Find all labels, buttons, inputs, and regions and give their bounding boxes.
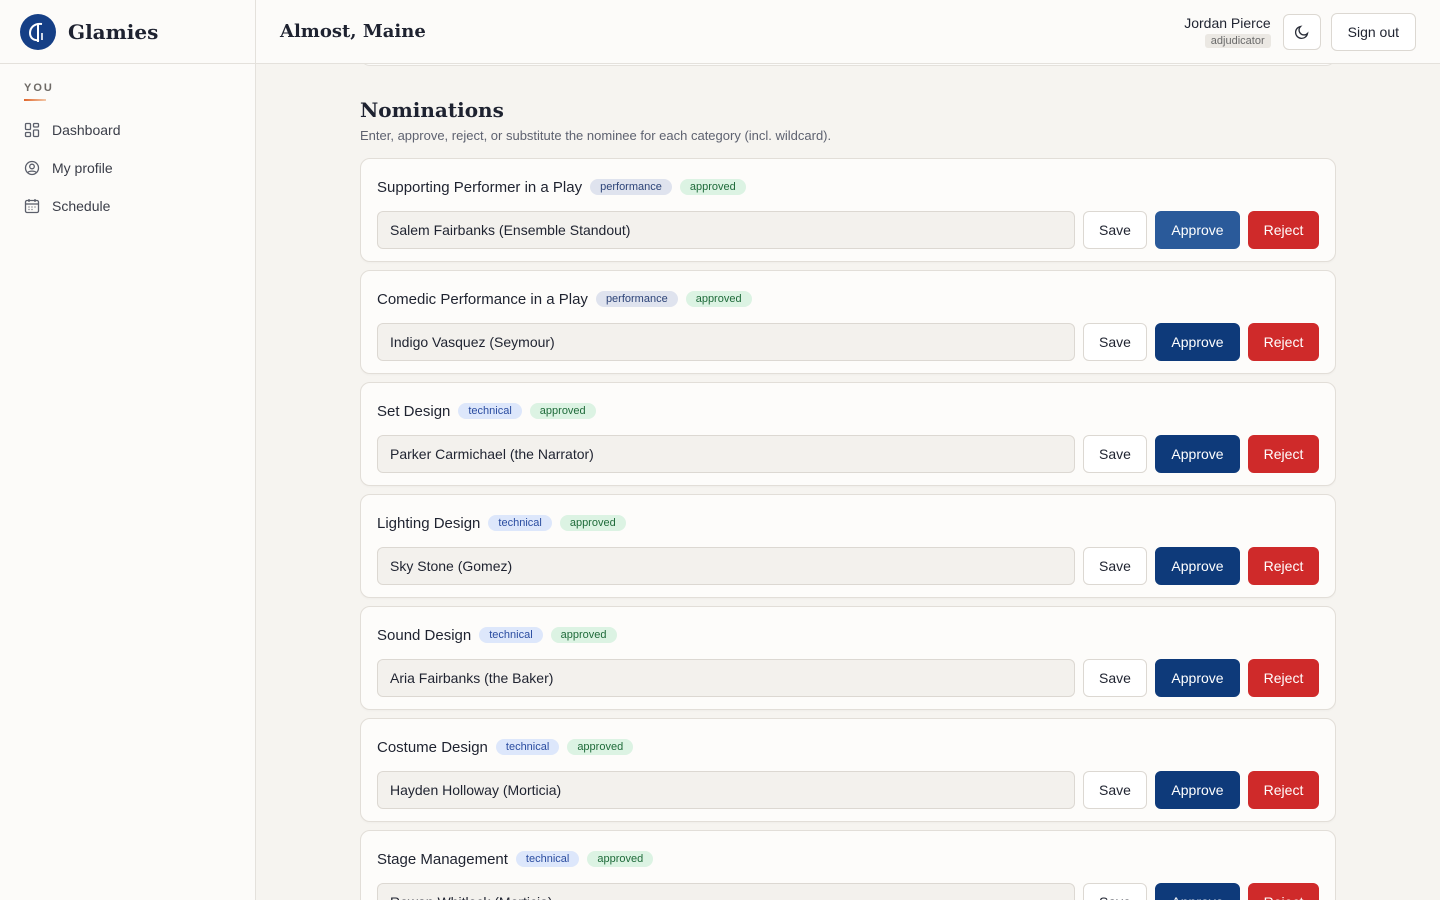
nav-heading: YOU	[24, 82, 54, 94]
category-type-badge: technical	[488, 515, 552, 531]
status-badge: approved	[587, 851, 654, 867]
user-circle-icon	[24, 160, 40, 176]
reject-button[interactable]: Reject	[1248, 883, 1319, 900]
category-title: Costume Design	[377, 738, 488, 756]
top-bar: Almost, Maine Jordan Pierce adjudicator …	[256, 0, 1440, 64]
category-type-badge: performance	[595, 291, 678, 307]
nominations-description: Enter, approve, reject, or substitute th…	[360, 128, 832, 143]
sidebar-item-label: Dashboard	[52, 122, 121, 138]
main-content: Nominations Enter, approve, reject, or s…	[360, 64, 1336, 900]
brand[interactable]: Glamies	[0, 0, 255, 64]
nomination-card: Costume Design technical approved SaveAppro…	[360, 718, 1336, 822]
nomination-card: Supporting Performer in a Play performanc…	[360, 158, 1336, 262]
reject-button[interactable]: Reject	[1248, 323, 1319, 361]
user-role-badge: adjudicator	[1204, 33, 1271, 48]
nomination-card: Sound Design technical approved SaveApprove…	[360, 606, 1336, 710]
status-badge: approved	[685, 291, 752, 307]
save-button[interactable]: Save	[1083, 771, 1147, 809]
nominee-input[interactable]	[377, 211, 1075, 249]
sidebar-item-my-profile[interactable]: My profile	[24, 149, 231, 187]
sidebar-item-dashboard[interactable]: Dashboard	[24, 111, 231, 149]
category-title: Supporting Performer in a Play	[377, 178, 583, 196]
save-button[interactable]: Save	[1083, 323, 1147, 361]
nomination-card: Comedic Performance in a Play performance…	[360, 270, 1336, 374]
category-type-badge: technical	[458, 403, 522, 419]
theme-toggle-button[interactable]	[1282, 13, 1321, 50]
save-button[interactable]: Save	[1083, 547, 1147, 585]
glamies-logo-icon	[20, 13, 56, 50]
nominee-input[interactable]	[377, 323, 1075, 361]
nominee-input[interactable]	[377, 659, 1075, 697]
status-badge: approved	[550, 627, 617, 643]
nomination-card: Lighting Design technical approved SaveAppr…	[360, 494, 1336, 598]
status-badge: approved	[529, 403, 596, 419]
save-button[interactable]: Save	[1083, 435, 1147, 473]
nominee-input[interactable]	[377, 435, 1075, 473]
approve-button[interactable]: Approve	[1155, 659, 1240, 697]
approve-button[interactable]: Approve	[1155, 211, 1240, 249]
user-info: Jordan Pierce adjudicator	[1184, 14, 1271, 49]
sign-out-button[interactable]: Sign out	[1330, 12, 1416, 51]
reject-button[interactable]: Reject	[1248, 211, 1319, 249]
category-title: Comedic Performance in a Play	[377, 290, 588, 308]
category-type-badge: technical	[515, 851, 580, 867]
save-button[interactable]: Save	[1083, 659, 1147, 697]
sidebar: Glamies YOU Dashboard My profile Schedul…	[0, 0, 256, 900]
sidebar-item-schedule[interactable]: Schedule	[24, 187, 231, 225]
category-title: Lighting Design	[377, 514, 481, 532]
nominations-list: Supporting Performer in a Play performanc…	[360, 158, 1336, 900]
dashboard-icon	[24, 122, 40, 138]
category-type-badge: performance	[590, 179, 672, 195]
category-title: Sound Design	[377, 626, 472, 644]
status-badge: approved	[559, 515, 626, 531]
reject-button[interactable]: Reject	[1248, 547, 1319, 585]
reject-button[interactable]: Reject	[1248, 659, 1319, 697]
nominee-input[interactable]	[377, 547, 1075, 585]
category-title: Set Design	[377, 402, 451, 420]
nominations-title: Nominations	[360, 98, 504, 122]
status-badge: approved	[567, 739, 634, 755]
category-type-badge: technical	[495, 739, 560, 755]
approve-button[interactable]: Approve	[1155, 547, 1240, 585]
sidebar-item-label: Schedule	[52, 198, 111, 214]
user-name: Jordan Pierce	[1184, 14, 1271, 31]
save-button[interactable]: Save	[1083, 211, 1147, 249]
brand-name: Glamies	[68, 19, 159, 44]
approve-button[interactable]: Approve	[1155, 883, 1240, 900]
page-title: Almost, Maine	[280, 21, 426, 42]
nomination-card: Stage Management technical approved Save App…	[360, 830, 1336, 900]
category-type-badge: technical	[479, 627, 543, 643]
save-button[interactable]: Save	[1083, 883, 1147, 900]
sidebar-item-label: My profile	[52, 160, 113, 176]
reject-button[interactable]: Reject	[1248, 771, 1319, 809]
approve-button[interactable]: Approve	[1155, 771, 1240, 809]
nav-section-you: YOU Dashboard My profile Schedule	[0, 64, 255, 225]
moon-icon	[1294, 24, 1309, 39]
nav-heading-underline	[24, 99, 46, 101]
nominee-input[interactable]	[377, 771, 1075, 809]
calendar-icon	[24, 199, 40, 214]
approve-button[interactable]: Approve	[1155, 323, 1240, 361]
reject-button[interactable]: Reject	[1248, 435, 1319, 473]
status-badge: approved	[679, 179, 746, 195]
nomination-card: Set Design technical approved SaveApproveRe…	[360, 382, 1336, 486]
category-title: Stage Management	[377, 850, 508, 868]
previous-card-edge	[360, 64, 1336, 66]
nominee-input[interactable]	[377, 883, 1075, 900]
approve-button[interactable]: Approve	[1155, 435, 1240, 473]
